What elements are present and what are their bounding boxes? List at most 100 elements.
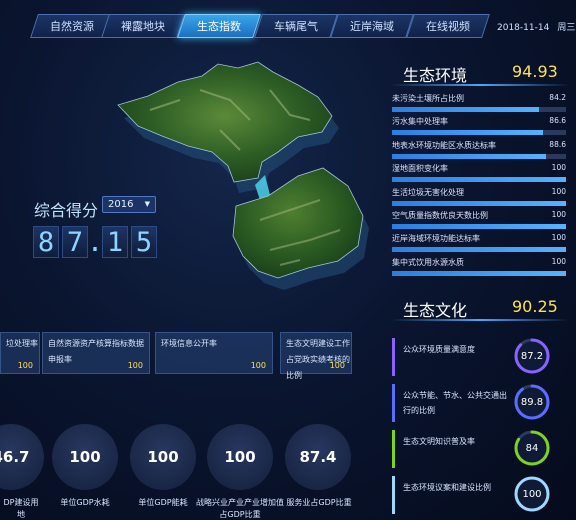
eco-env-item-label: 集中式饮用水源水质 — [392, 257, 464, 267]
eco-env-item-label: 未污染土壤所占比例 — [392, 94, 464, 103]
eco-env-item-value: 88.6 — [549, 139, 566, 149]
score-digit: 8 — [33, 226, 59, 258]
economy-value: 100 — [224, 448, 256, 466]
indicator-label: 环境信息公开率 — [161, 339, 217, 348]
overall-score-label: 综合得分 — [34, 201, 99, 220]
indicator-value: 100 — [329, 361, 345, 370]
eco-culture-accent — [392, 384, 395, 422]
tab-coastal-waters[interactable]: 近岸海域 — [330, 14, 414, 38]
indicator-value: 100 — [17, 361, 33, 370]
eco-culture-item-value: 87.2 — [520, 350, 544, 362]
eco-culture-accent — [392, 430, 395, 468]
eco-env-item-value: 100 — [551, 163, 566, 173]
eco-culture-accent — [392, 338, 395, 376]
indicator-card-garbage[interactable]: 垃处理率 100 — [0, 332, 40, 374]
economy-circle[interactable]: 46.7 — [0, 424, 44, 490]
eco-env-item-label: 近岸海域环境功能达标率 — [392, 234, 480, 244]
eco-culture-accent — [392, 476, 395, 514]
eco-env-item[interactable]: 集中式饮用水源水质 100 — [392, 257, 566, 279]
year-value: 2016 — [108, 199, 134, 210]
eco-culture-title: 生态文化 — [403, 301, 468, 320]
economy-circle[interactable]: 87.4 — [285, 424, 351, 490]
tab-label: 裸露地块 — [121, 20, 165, 33]
indicator-label: 生态文明建设工作占党政实绩考核的比例 — [286, 339, 350, 380]
eco-env-item[interactable]: 空气质量指数优良天数比例 100 — [392, 210, 566, 232]
eco-culture-score: 90.25 — [512, 297, 558, 316]
progress-track — [392, 107, 566, 112]
island-map[interactable] — [110, 60, 380, 300]
eco-env-item-label: 生活垃圾无害化处理 — [392, 187, 464, 197]
eco-culture-item[interactable]: 生态环境议案和建设比例 100 — [392, 474, 568, 518]
progress-track — [392, 177, 566, 183]
eco-env-item[interactable]: 未污染土壤所占比例 84.2 — [392, 93, 566, 115]
progress-fill — [392, 270, 566, 276]
progress-fill — [392, 224, 566, 229]
economy-value: 87.4 — [299, 448, 337, 466]
score-decimal-point: . — [86, 226, 104, 258]
eco-culture-item[interactable]: 公众环境质量满意度 87.2 — [392, 336, 568, 380]
date-display: 2018-11-14 周三 — [497, 20, 576, 33]
eco-env-item-label: 地表水环境功能区水质达标率 — [392, 140, 496, 150]
eco-env-title: 生态环境 — [403, 66, 468, 85]
indicator-label: 垃处理率 — [6, 339, 38, 348]
tab-vehicle-exhaust[interactable]: 车辆尾气 — [254, 14, 338, 38]
eco-env-score: 94.93 — [512, 62, 558, 81]
eco-culture-item-value: 89.8 — [520, 396, 544, 408]
eco-env-item-value: 100 — [551, 210, 566, 219]
tab-label: 车辆尾气 — [274, 20, 318, 33]
indicator-card-assessment-share[interactable]: 生态文明建设工作占党政实绩考核的比例 100 — [280, 332, 352, 380]
tab-eco-index[interactable]: 生态指数 — [177, 14, 261, 38]
progress-fill — [392, 200, 566, 206]
economy-label: 单位GDP能耗 — [138, 498, 188, 507]
tab-online-video[interactable]: 在线视频 — [406, 14, 490, 38]
eco-culture-item-label: 公众环境质量满意度 — [403, 345, 475, 354]
tab-label: 生态指数 — [197, 20, 241, 33]
tab-label: 在线视频 — [426, 20, 470, 33]
eco-culture-item[interactable]: 生态文明知识普及率 84 — [392, 428, 568, 472]
progress-fill — [392, 153, 547, 159]
economy-circle[interactable]: 100 — [52, 424, 118, 490]
eco-env-item[interactable]: 近岸海域环境功能达标率 100 — [392, 233, 566, 255]
progress-track — [392, 224, 566, 229]
eco-env-item-value: 100 — [551, 186, 566, 196]
eco-env-item-value: 86.6 — [549, 116, 566, 126]
indicator-card-env-disclosure[interactable]: 环境信息公开率 100 — [155, 332, 273, 374]
economy-circle[interactable]: 100 — [207, 424, 273, 490]
progress-track — [392, 200, 566, 206]
eco-env-item[interactable]: 湿地面积变化率 100 — [392, 163, 566, 185]
score-digit: 7 — [62, 226, 88, 258]
chevron-down-icon: ▼ — [144, 200, 150, 208]
eco-env-divider — [390, 84, 570, 86]
date-text: 2018-11-14 — [497, 23, 550, 33]
indicator-value: 100 — [250, 361, 266, 370]
eco-culture-item-label: 生态文明知识普及率 — [403, 437, 475, 446]
progress-track — [392, 247, 566, 253]
economy-label: 服务业占GDP比重 — [286, 498, 352, 507]
tab-exposed-land[interactable]: 裸露地块 — [101, 14, 185, 38]
indicator-card-asset-declaration[interactable]: 自然资源资产核算指标数据申报率 100 — [42, 332, 150, 374]
tab-label: 自然资源 — [50, 20, 94, 33]
eco-culture-item-label: 生态环境议案和建设比例 — [403, 483, 491, 492]
eco-env-item-value: 100 — [551, 233, 566, 243]
economy-label: 单位GDP水耗 — [60, 498, 110, 507]
eco-culture-item[interactable]: 公众节能、节水、公共交通出行的比例 89.8 — [392, 382, 568, 426]
progress-fill — [392, 107, 539, 112]
progress-track — [392, 153, 566, 159]
eco-env-item-label: 湿地面积变化率 — [392, 164, 448, 174]
progress-fill — [392, 247, 566, 253]
eco-env-item[interactable]: 污水集中处理率 86.6 — [392, 116, 566, 138]
eco-env-item-value: 84.2 — [549, 93, 566, 102]
eco-env-item-label: 空气质量指数优良天数比例 — [392, 211, 488, 220]
economy-label: 战略兴业产业产业增加值占GDP比重 — [196, 498, 284, 519]
indicator-value: 100 — [127, 361, 143, 370]
eco-env-item-label: 污水集中处理率 — [392, 117, 448, 127]
economy-circle[interactable]: 100 — [130, 424, 196, 490]
eco-env-item[interactable]: 地表水环境功能区水质达标率 88.6 — [392, 140, 566, 162]
eco-culture-divider — [390, 319, 570, 321]
eco-culture-item-label: 公众节能、节水、公共交通出行的比例 — [403, 391, 507, 415]
score-digit: 5 — [131, 226, 157, 258]
year-select[interactable]: 2016 ▼ — [102, 196, 156, 213]
progress-track — [392, 270, 566, 276]
eco-env-item[interactable]: 生活垃圾无害化处理 100 — [392, 187, 566, 209]
overall-score-digits: 8 7 . 1 5 — [33, 226, 160, 258]
